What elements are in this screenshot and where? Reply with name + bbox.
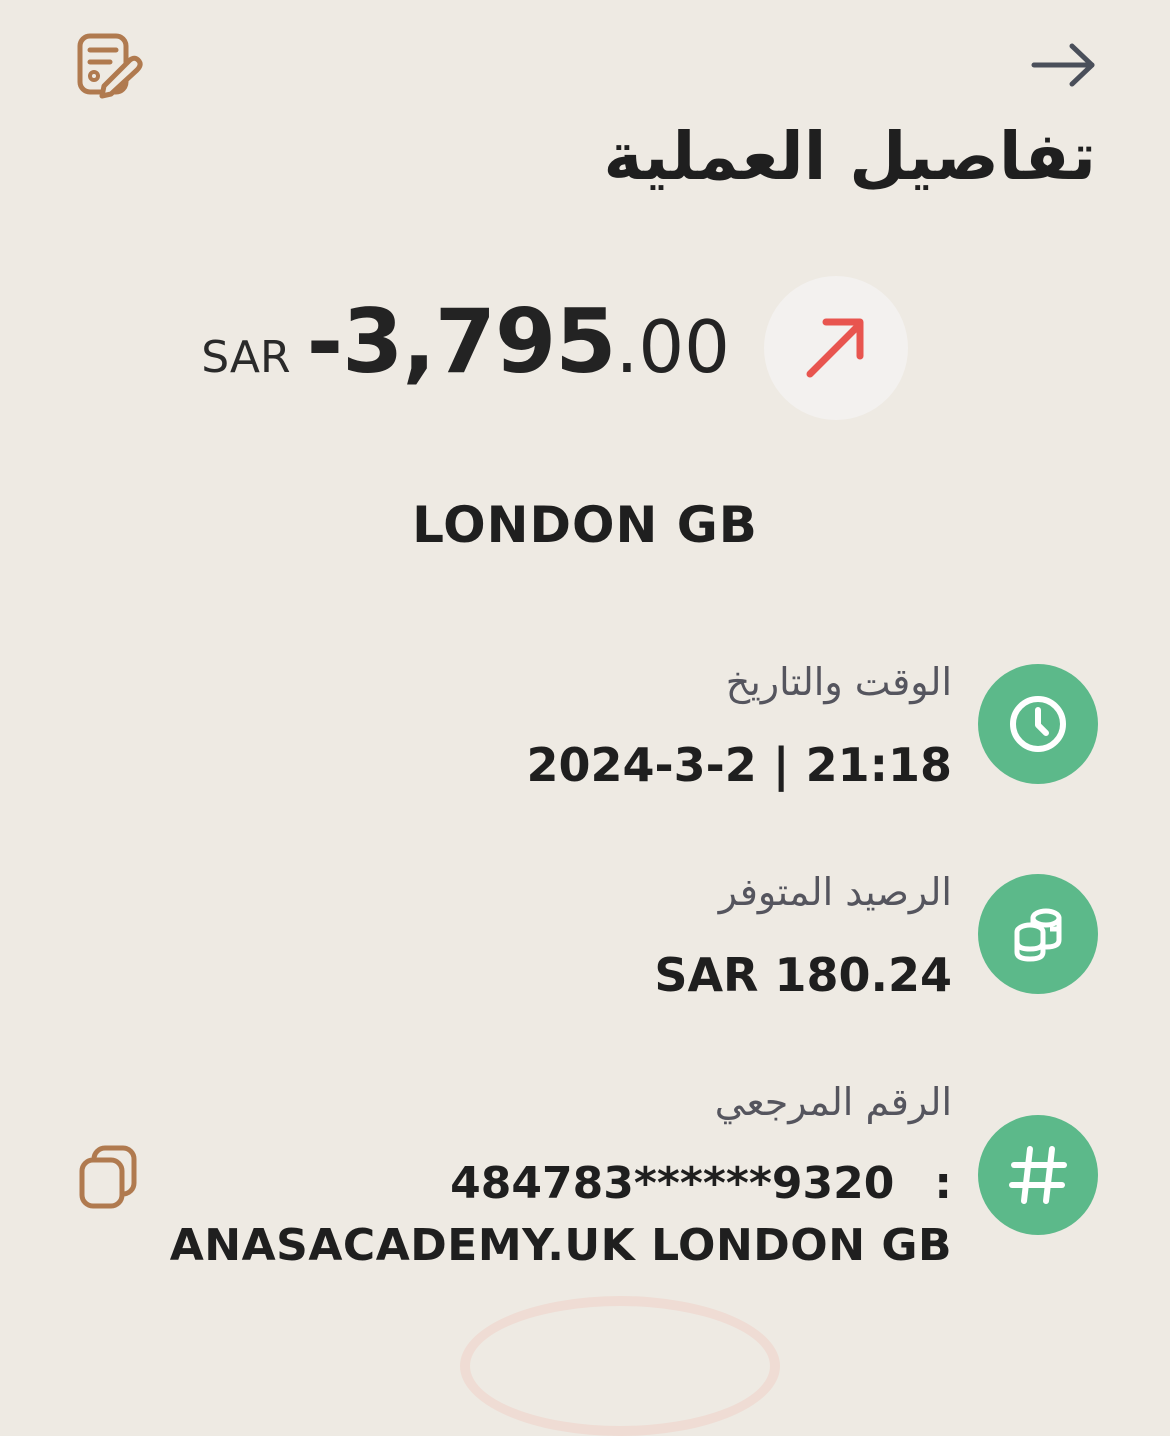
reference-label: الرقم المرجعي <box>714 1080 952 1124</box>
datetime-label: الوقت والتاريخ <box>725 660 952 704</box>
watermark-decoration <box>460 1296 780 1436</box>
coins-icon <box>1014 908 1062 962</box>
copy-reference-button[interactable] <box>72 1140 144 1216</box>
balance-value: SAR 180.24 <box>654 948 952 1002</box>
edit-note-icon <box>77 33 143 99</box>
reference-separator: : <box>934 1158 952 1209</box>
copy-icon <box>79 1145 137 1209</box>
back-button[interactable] <box>1024 34 1104 96</box>
reference-card-value: 484783******9320 <box>450 1158 895 1209</box>
amount-main: -3,795 <box>306 290 617 393</box>
reference-card-number: 484783******9320: <box>450 1158 952 1209</box>
amount-currency: SAR <box>201 332 291 383</box>
clock-icon-badge <box>978 664 1098 784</box>
reference-description: ANASACADEMY.UK LONDON GB <box>169 1220 952 1271</box>
hash-icon <box>1009 1146 1067 1204</box>
clock-icon <box>1010 696 1066 752</box>
transaction-amount: SAR -3,795 .00 <box>160 290 730 400</box>
edit-note-button[interactable] <box>70 28 146 104</box>
merchant-name: LONDON GB <box>412 496 758 554</box>
datetime-value: 2024-3-2 | 21:18 <box>526 738 952 792</box>
arrow-right-icon <box>1031 43 1095 87</box>
hash-icon-badge <box>978 1115 1098 1235</box>
amount-decimal: .00 <box>615 305 730 389</box>
direction-badge <box>764 276 908 420</box>
arrow-up-right-icon <box>806 318 864 378</box>
coins-icon-badge <box>978 874 1098 994</box>
balance-label: الرصيد المتوفر <box>718 870 952 914</box>
page-title: تفاصيل العملية <box>603 118 1097 195</box>
